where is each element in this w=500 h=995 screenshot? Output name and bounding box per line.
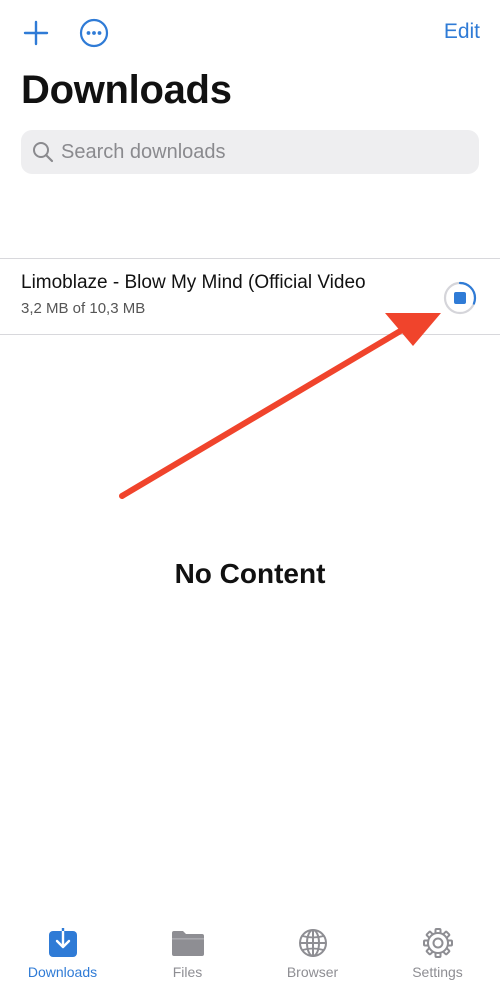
- tab-settings[interactable]: Settings: [375, 912, 500, 995]
- plus-icon: [23, 20, 49, 46]
- search-icon: [31, 140, 55, 164]
- download-tray-icon: [46, 926, 80, 960]
- page-title: Downloads: [21, 68, 232, 112]
- tab-downloads[interactable]: Downloads: [0, 912, 125, 995]
- downloads-screen: Edit Downloads Limoblaze - Blow My Mind …: [0, 0, 500, 995]
- search-input[interactable]: [59, 139, 463, 165]
- tab-browser[interactable]: Browser: [250, 912, 375, 995]
- tab-settings-label: Settings: [412, 964, 463, 980]
- download-list-item[interactable]: Limoblaze - Blow My Mind (Official Video…: [0, 259, 500, 334]
- ellipsis-circle-icon: [79, 18, 109, 48]
- edit-button[interactable]: Edit: [444, 20, 480, 44]
- folder-icon: [171, 926, 205, 960]
- tab-bar: Downloads Files Browser Settings: [0, 912, 500, 995]
- download-progress-text: 3,2 MB of 10,3 MB: [21, 300, 146, 317]
- gear-icon: [421, 926, 455, 960]
- navigation-bar: Edit: [0, 0, 500, 64]
- list-bottom-divider: [0, 334, 500, 335]
- stop-download-icon: [443, 281, 477, 315]
- empty-state-message: No Content: [174, 558, 326, 589]
- tab-files-label: Files: [172, 964, 203, 980]
- more-options-button[interactable]: [78, 17, 110, 49]
- add-button[interactable]: [20, 17, 52, 49]
- tab-browser-label: Browser: [286, 964, 339, 980]
- tab-downloads-label: Downloads: [27, 964, 98, 980]
- tab-files[interactable]: Files: [125, 912, 250, 995]
- globe-icon: [296, 926, 330, 960]
- stop-download-button[interactable]: [442, 280, 478, 316]
- download-title: Limoblaze - Blow My Mind (Official Video: [21, 272, 366, 293]
- search-bar[interactable]: [21, 130, 479, 174]
